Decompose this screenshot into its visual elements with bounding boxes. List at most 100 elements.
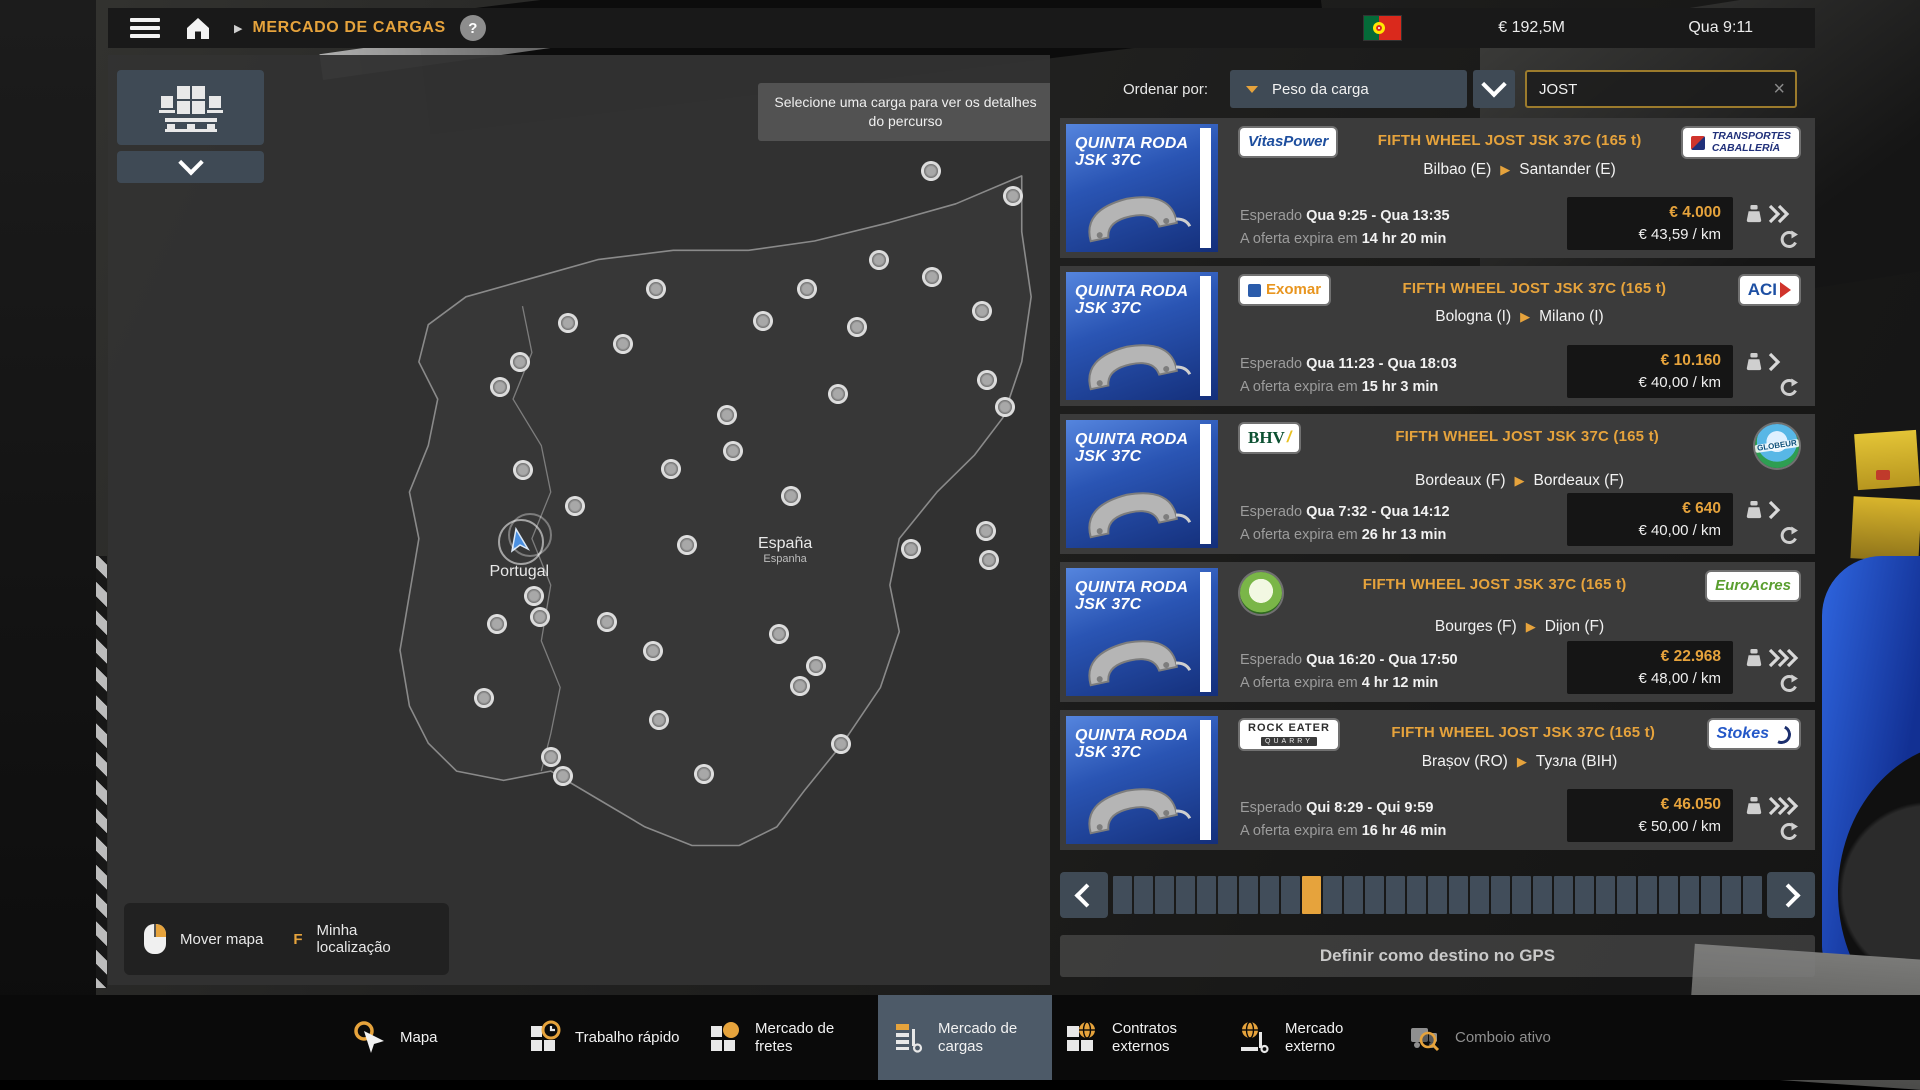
page-segment[interactable] (1680, 876, 1699, 914)
page-segment[interactable] (1176, 876, 1195, 914)
cargo-view-button[interactable] (117, 70, 264, 145)
cargo-weight-icon (1745, 796, 1763, 816)
nav-external-market[interactable]: Mercado externo (1225, 995, 1393, 1080)
page-segment[interactable] (1407, 876, 1426, 914)
page-segment[interactable] (1281, 876, 1300, 914)
page-segment[interactable] (1533, 876, 1552, 914)
cargo-title: FIFTH WHEEL JOST JSK 37C (165 t) (1346, 724, 1701, 741)
city-dot (524, 586, 544, 606)
offer-price: € 10.160 (1579, 352, 1721, 370)
nav-freight-market[interactable]: Mercado de fretes (695, 995, 863, 1080)
nav-map[interactable]: Mapa (340, 995, 438, 1080)
cargo-offer-card[interactable]: QUINTA RODA JSK 37C VitasPower FIFTH WHE… (1060, 118, 1815, 258)
page-segment[interactable] (1239, 876, 1258, 914)
page-segment[interactable] (1323, 876, 1342, 914)
offer-flags (1733, 352, 1799, 398)
city-dot (558, 313, 578, 333)
offer-flags (1733, 648, 1799, 694)
price-box: € 46.050 € 50,00 / km (1567, 789, 1733, 842)
urgency-icon (1767, 352, 1799, 372)
cargo-offer-card[interactable]: QUINTA RODA JSK 37C BHV FIFTH WHEEL JOST… (1060, 414, 1815, 554)
city-dot (717, 405, 737, 425)
city-dot (976, 521, 996, 541)
sender-logo: Exomar (1240, 276, 1329, 304)
offer-times: Esperado Qua 7:32 - Qua 14:12 A oferta e… (1240, 501, 1567, 546)
route-destination: Santander (E) (1519, 161, 1616, 178)
page-segment[interactable] (1491, 876, 1510, 914)
page-segment[interactable] (1722, 876, 1741, 914)
page-segment[interactable] (1554, 876, 1573, 914)
city-dot (781, 486, 801, 506)
page-segment[interactable] (1659, 876, 1678, 914)
rotate-icon (1779, 526, 1799, 546)
page-segment[interactable] (1596, 876, 1615, 914)
offer-price: € 22.968 (1579, 648, 1721, 666)
cargo-thumb-line1: QUINTA RODA (1075, 580, 1188, 597)
search-input[interactable] (1527, 81, 1763, 98)
offer-rate-per-km: € 40,00 / km (1579, 374, 1721, 391)
page-segment[interactable] (1113, 876, 1132, 914)
page-segment[interactable] (1512, 876, 1531, 914)
sort-dropdown[interactable]: Peso da carga (1230, 70, 1467, 108)
cargo-offer-card[interactable]: QUINTA RODA JSK 37C Exomar FIFTH WHEEL J… (1060, 266, 1815, 406)
cargo-title: FIFTH WHEEL JOST JSK 37C (165 t) (1290, 576, 1699, 593)
nav-external-contracts[interactable]: Contratos externos (1052, 995, 1220, 1080)
cargo-offer-card[interactable]: QUINTA RODA JSK 37C ROCK EATERQUARRY FIF… (1060, 710, 1815, 850)
page-segment[interactable] (1365, 876, 1384, 914)
sort-expand-button[interactable] (1473, 70, 1515, 108)
page-segment[interactable] (1134, 876, 1153, 914)
expires-in: 15 hr 3 min (1362, 379, 1439, 395)
clear-search-icon[interactable]: × (1763, 78, 1795, 101)
cargo-thumb-line2: JSK 37C (1075, 597, 1188, 614)
cargo-title: FIFTH WHEEL JOST JSK 37C (165 t) (1307, 428, 1747, 445)
home-icon[interactable] (184, 14, 212, 42)
route: Bilbao (E) ▶ Santander (E) (1240, 161, 1799, 179)
cargo-thumb-line2: JSK 37C (1075, 301, 1188, 318)
city-dot (977, 370, 997, 390)
set-gps-destination-button[interactable]: Definir como destino no GPS (1060, 935, 1815, 977)
page-segment[interactable] (1155, 876, 1174, 914)
page-segment[interactable] (1701, 876, 1720, 914)
next-page-button[interactable] (1767, 872, 1815, 918)
page-segment[interactable] (1386, 876, 1405, 914)
cargo-offer-card[interactable]: QUINTA RODA JSK 37C FIFTH WHEEL JOST JSK… (1060, 562, 1815, 702)
map-tooltip: Selecione uma carga para ver os detalhes… (758, 83, 1050, 141)
rotate-icon (1779, 230, 1799, 250)
page-segment[interactable] (1197, 876, 1216, 914)
bottom-nav: Mapa Trabalho rápido Mercado de fretes (0, 995, 1920, 1080)
route-arrow-icon: ▶ (1520, 309, 1530, 324)
page-segment[interactable] (1470, 876, 1489, 914)
move-map-hint: Mover mapa (180, 931, 263, 948)
page-segment-active[interactable] (1302, 876, 1321, 914)
fifth-wheel-image (1072, 628, 1192, 690)
prev-page-button[interactable] (1060, 872, 1108, 918)
page-segment[interactable] (1218, 876, 1237, 914)
route-arrow-icon: ▶ (1515, 473, 1525, 488)
route-map[interactable]: Portugal España Espanha Selecione uma ca… (108, 55, 1050, 985)
map-label-spain-sub: Espanha (758, 553, 812, 565)
collapse-button[interactable] (117, 151, 264, 183)
city-dot (553, 766, 573, 786)
route-origin: Bilbao (E) (1423, 161, 1491, 178)
offer-flags (1733, 796, 1799, 842)
city-dot (541, 747, 561, 767)
mouse-icon (144, 924, 166, 954)
page-segment[interactable] (1743, 876, 1762, 914)
city-dot (847, 317, 867, 337)
nav-cargo-market[interactable]: Mercado de cargas (878, 995, 1052, 1080)
cargo-thumb-line2: JSK 37C (1075, 745, 1188, 762)
page-segment[interactable] (1344, 876, 1363, 914)
map-label-spain: España (758, 535, 812, 552)
sort-bar: Ordenar por: Peso da carga × (1060, 70, 1815, 108)
route-arrow-icon: ▶ (1500, 162, 1510, 177)
page-segment[interactable] (1449, 876, 1468, 914)
nav-quick-job[interactable]: Trabalho rápido (515, 995, 683, 1080)
page-segment[interactable] (1638, 876, 1657, 914)
page-segment[interactable] (1428, 876, 1447, 914)
cargo-thumb-line1: QUINTA RODA (1075, 728, 1188, 745)
page-segment[interactable] (1617, 876, 1636, 914)
help-button[interactable]: ? (460, 15, 486, 41)
menu-icon[interactable] (130, 18, 160, 38)
page-segment[interactable] (1260, 876, 1279, 914)
page-segment[interactable] (1575, 876, 1594, 914)
